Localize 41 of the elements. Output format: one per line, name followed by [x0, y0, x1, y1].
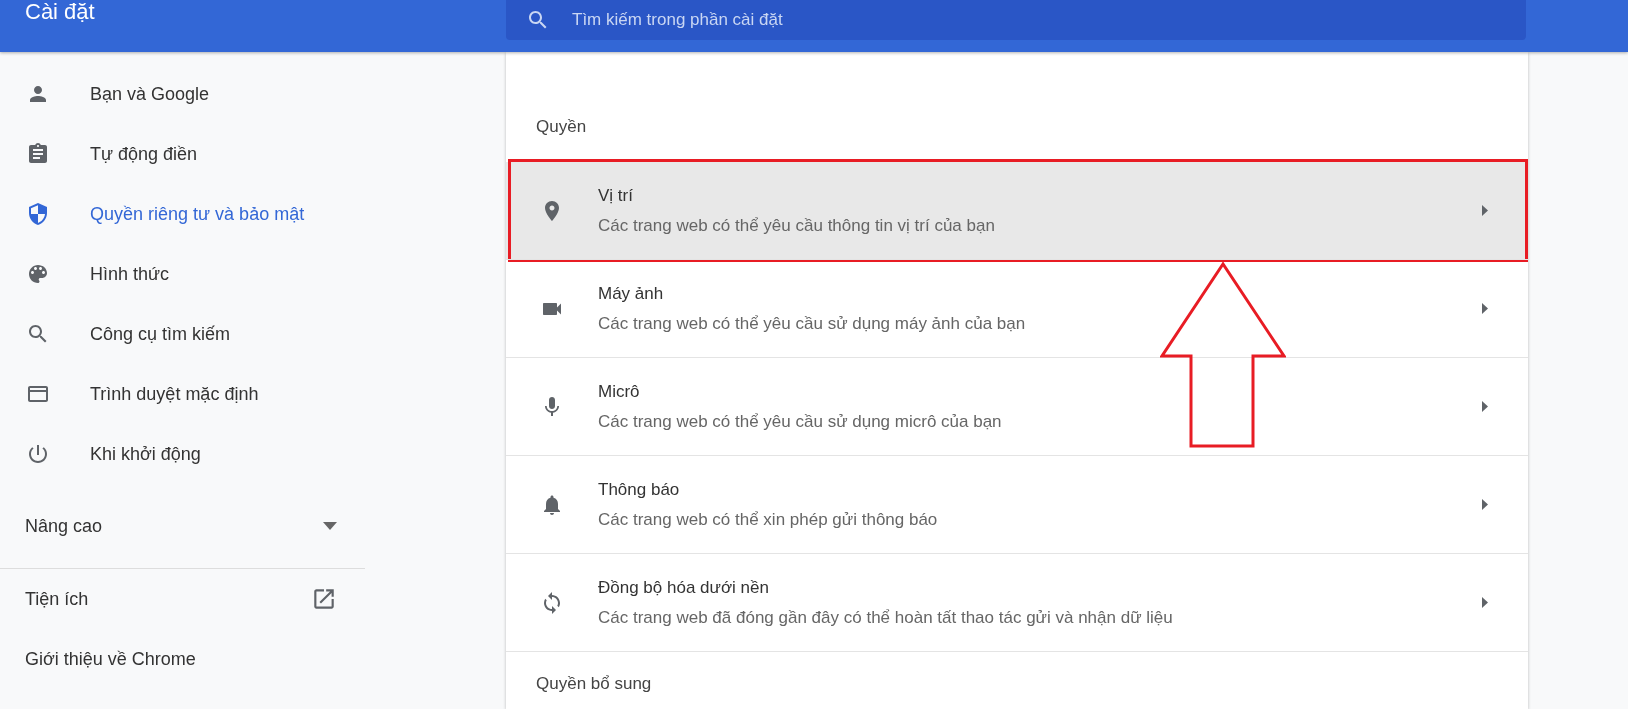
permission-row[interactable]: Máy ảnh Các trang web có thể yêu cầu sử dụng máy ảnh của bạn: [506, 259, 1528, 357]
row-description: Các trang web có thể yêu cầu thông tin vị trí của bạn: [598, 215, 996, 236]
chevron-right-icon: [1482, 205, 1488, 216]
sidebar-item[interactable]: Hình thức: [0, 244, 365, 304]
section-title: Quyền bổ sung: [536, 674, 652, 693]
permission-row[interactable]: Vị trí Các trang web có thể yêu cầu thông tin vị trí của bạn: [506, 162, 1528, 259]
chevron-right-icon: [1482, 597, 1488, 608]
sidebar-item[interactable]: Quyền riêng tư và bảo mật: [0, 184, 365, 244]
palette-icon: [26, 262, 50, 286]
search-field[interactable]: Tìm kiếm trong phần cài đặt: [572, 10, 1472, 30]
permission-row[interactable]: Micrô Các trang web có thể yêu cầu sử dụng micrô của bạn: [506, 357, 1528, 455]
sidebar-item[interactable]: Khi khởi động: [0, 424, 365, 484]
row-title: Vị trí: [598, 185, 634, 206]
window-title: Cài đặt: [24, 0, 96, 24]
sidebar-item[interactable]: Bạn và Google: [0, 64, 365, 124]
row-description: Các trang web có thể yêu cầu sử dụng máy ảnh của bạn: [598, 313, 1027, 334]
row-title: Thông báo: [598, 479, 681, 500]
row-title: Đồng bộ hóa dưới nền: [598, 577, 770, 598]
advanced-toggle[interactable]: Nâng cao: [0, 496, 365, 556]
sidebar-item[interactable]: Công cụ tìm kiếm: [0, 304, 365, 364]
row-description: Các trang web đã đóng gần đây có thể hoàn tất thao tác gửi và nhận dữ liệu: [598, 607, 1174, 628]
chevron-right-icon: [1482, 401, 1488, 412]
section-title: Quyền: [536, 117, 587, 136]
permission-row[interactable]: Thông báo Các trang web có thể xin phép gửi thông báo: [506, 455, 1528, 553]
sidebar-link[interactable]: Tiện ích: [0, 569, 365, 629]
search-bar[interactable]: Tìm kiếm trong phần cài đặt: [506, 0, 1526, 40]
shield-icon: [26, 202, 50, 226]
permission-row[interactable]: Đồng bộ hóa dưới nền Các trang web đã đóng gần đây có thể hoàn tất thao tác gửi và nhận dữ liệu: [506, 553, 1528, 651]
row-description: Các trang web có thể yêu cầu sử dụng micrô của bạn: [598, 411, 1003, 432]
row-title: Máy ảnh: [598, 283, 665, 304]
row-description: Các trang web có thể xin phép gửi thông báo: [598, 509, 939, 530]
sidebar-item[interactable]: Trình duyệt mặc định: [0, 364, 365, 424]
row-title: Micrô: [598, 381, 641, 402]
power-icon: [26, 442, 50, 466]
caret-icon: [323, 522, 337, 530]
sidebar-item[interactable]: Tự động điền: [0, 124, 365, 184]
clipboard-icon: [26, 142, 50, 166]
chevron-right-icon: [1482, 303, 1488, 314]
sidebar-link[interactable]: Giới thiệu về Chrome: [0, 629, 365, 689]
chevron-right-icon: [1482, 499, 1488, 510]
external-link-icon: [311, 586, 337, 612]
